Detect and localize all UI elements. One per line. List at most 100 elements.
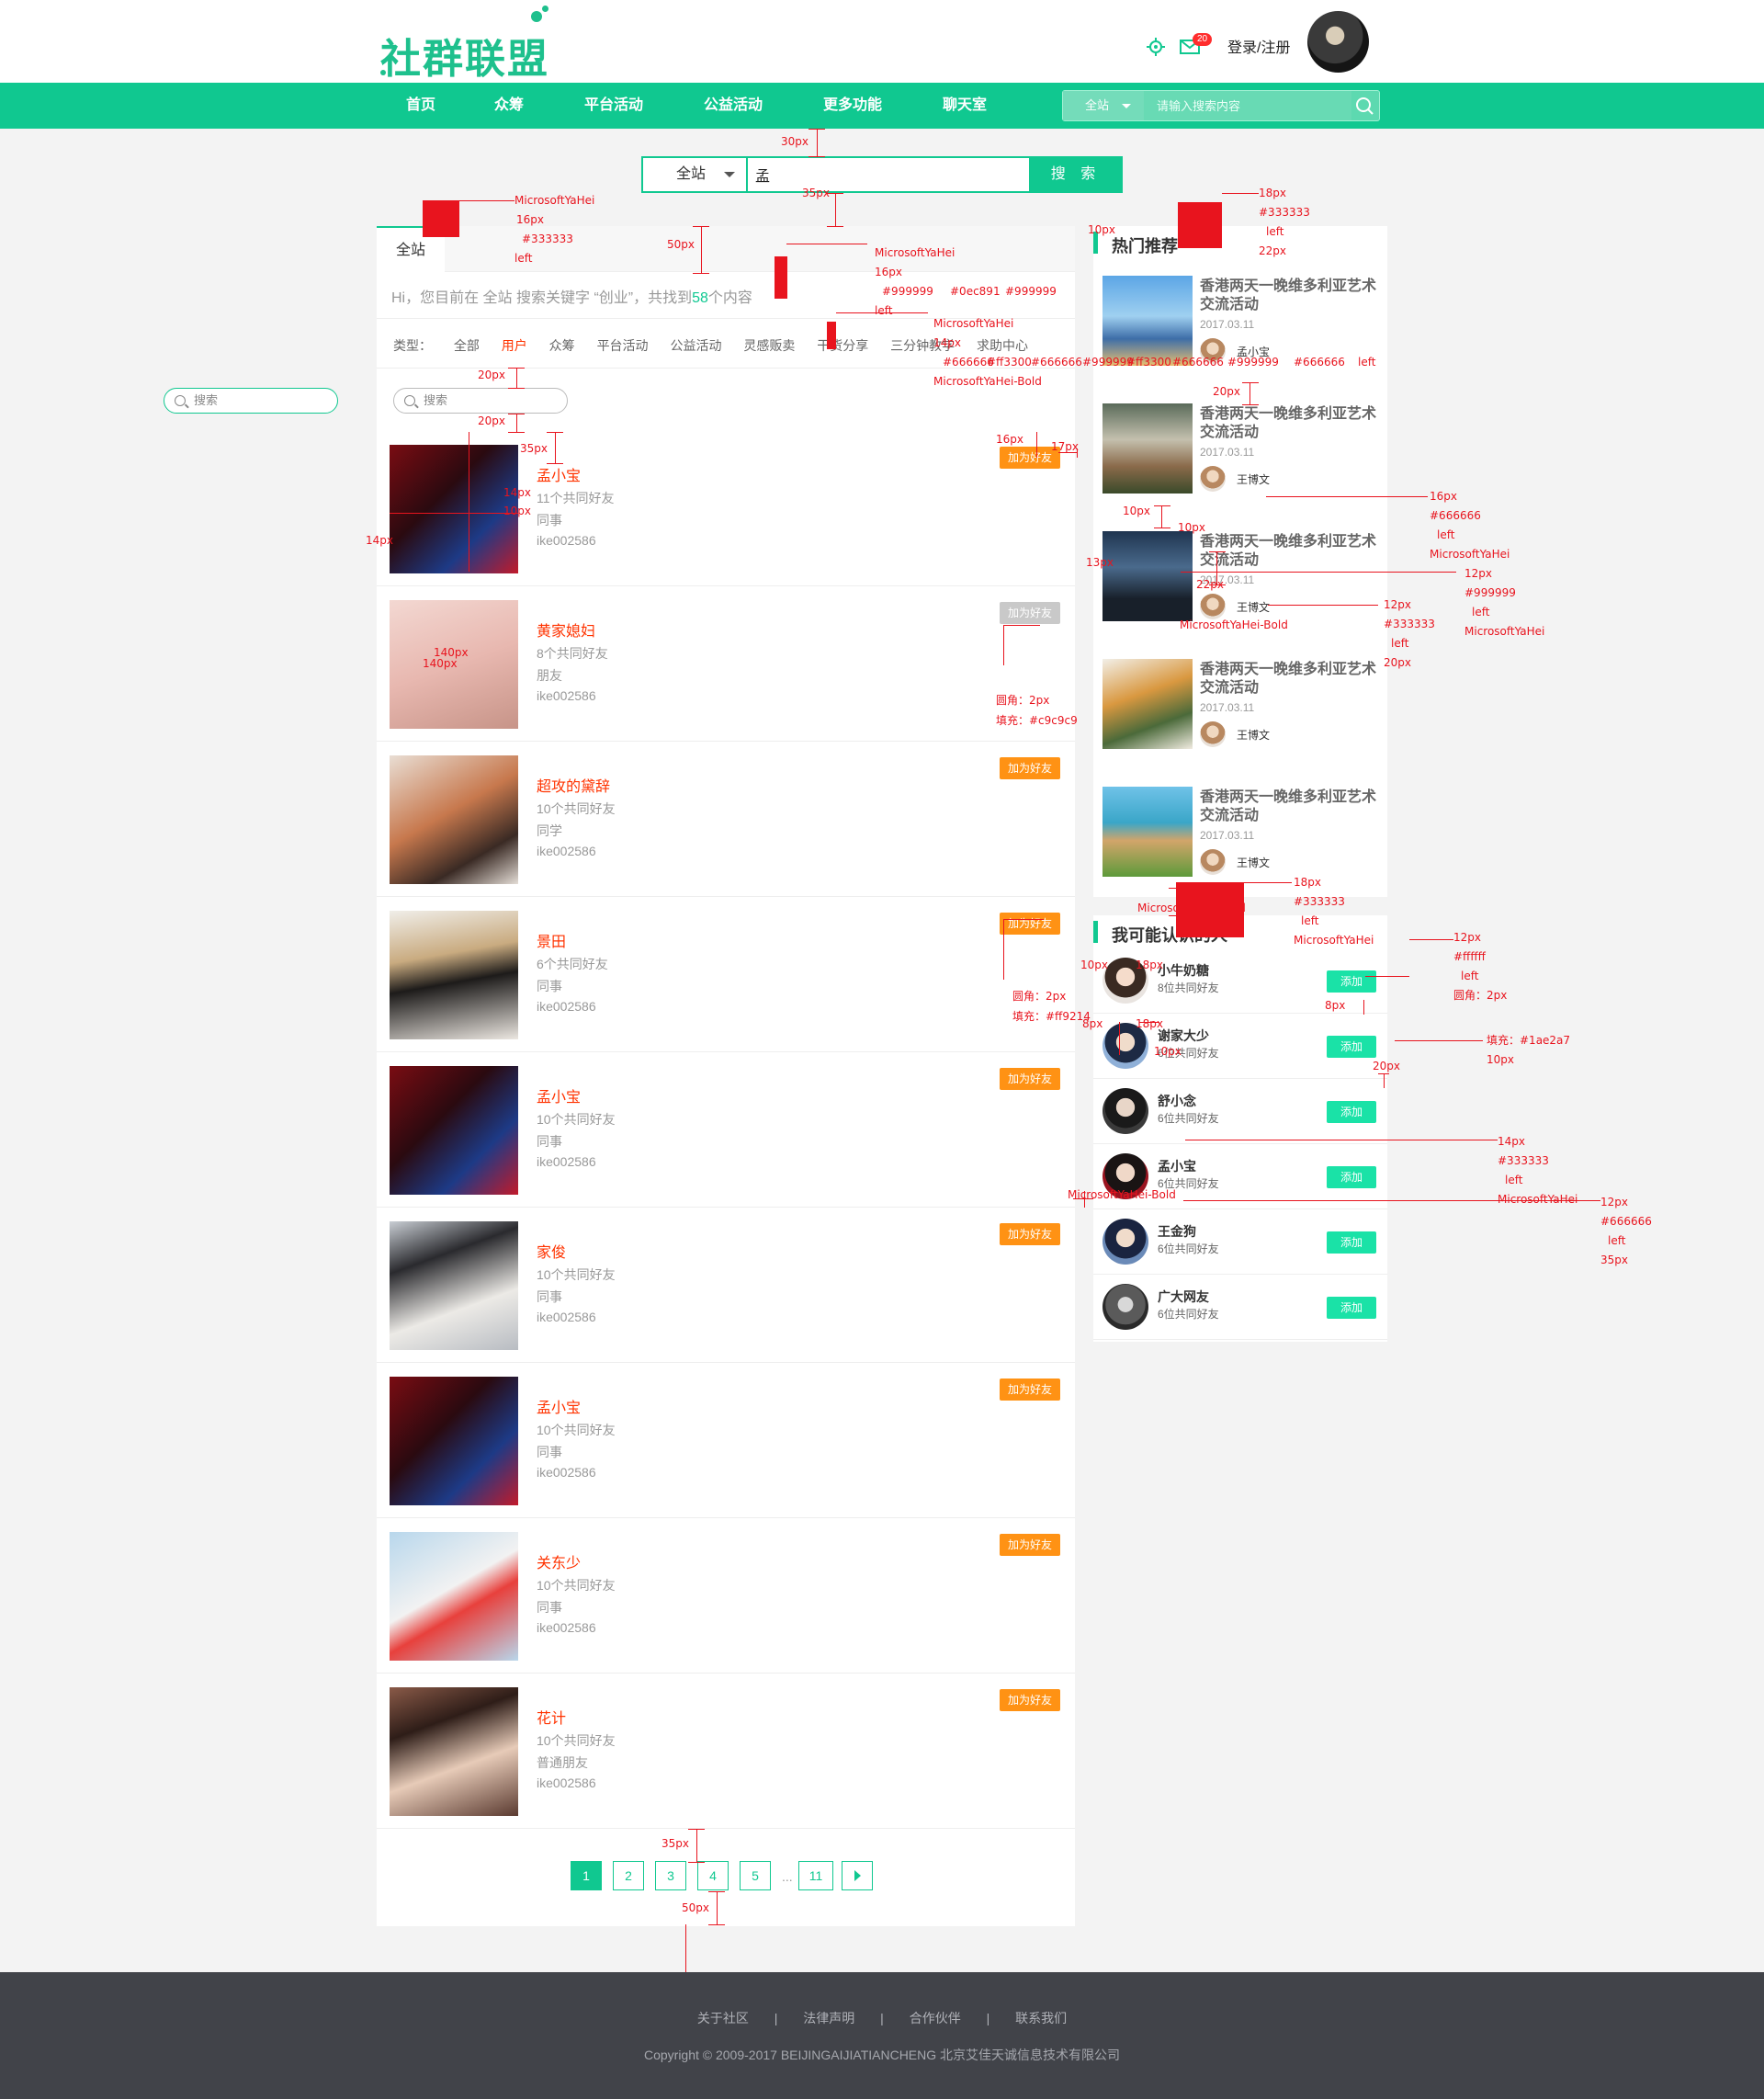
add-friend-button[interactable]: 加为好友 (1000, 1534, 1060, 1556)
user-photo[interactable] (390, 1377, 518, 1505)
person-avatar[interactable] (1102, 1088, 1148, 1134)
user-name[interactable]: 景田 (537, 929, 566, 951)
nav-search-input[interactable] (1144, 91, 1351, 120)
add-person-button[interactable]: 添加 (1327, 1166, 1376, 1188)
add-person-button[interactable]: 添加 (1327, 1101, 1376, 1123)
hot-item-title[interactable]: 香港两天一晚维多利亚艺术交流活动 (1200, 661, 1384, 698)
add-friend-button[interactable]: 加为好友 (1000, 1379, 1060, 1401)
add-friend-button[interactable]: 加为好友 (1000, 913, 1060, 935)
type-charity[interactable]: 公益活动 (670, 338, 721, 353)
hot-item-author[interactable]: 王博文 (1237, 855, 1270, 870)
nav-item-crowdfunding[interactable]: 众筹 (494, 83, 524, 129)
hot-item-image[interactable] (1102, 787, 1193, 877)
user-photo[interactable] (390, 1221, 518, 1350)
add-person-button[interactable]: 添加 (1327, 1297, 1376, 1319)
user-name[interactable]: 家俊 (537, 1240, 566, 1262)
logo[interactable]: 社群联盟 (380, 6, 564, 83)
add-friend-button[interactable]: 加为好友 (1000, 1068, 1060, 1090)
nav-item-platform-events[interactable]: 平台活动 (584, 83, 643, 129)
user-photo[interactable] (390, 445, 518, 573)
next-page-button[interactable] (842, 1861, 873, 1890)
user-name[interactable]: 孟小宝 (537, 1395, 581, 1417)
add-person-button[interactable]: 添加 (1327, 1231, 1376, 1254)
user-id: ike002586 (537, 688, 596, 703)
add-person-button[interactable]: 添加 (1327, 970, 1376, 993)
type-help[interactable]: 求助中心 (977, 338, 1028, 353)
user-name[interactable]: 孟小宝 (537, 463, 581, 485)
add-friend-button[interactable]: 加为好友 (1000, 757, 1060, 779)
author-avatar[interactable] (1200, 466, 1226, 492)
search-icon[interactable] (1355, 96, 1374, 115)
page-1[interactable]: 1 (571, 1861, 602, 1890)
hot-item-image[interactable] (1102, 531, 1193, 621)
type-all[interactable]: 全部 (454, 338, 480, 353)
add-friend-button[interactable]: 加为好友 (1000, 1689, 1060, 1711)
hot-item-title[interactable]: 香港两天一晚维多利亚艺术交流活动 (1200, 405, 1384, 442)
spec-annotation: 圆角：2px (1012, 990, 1067, 1003)
main-search-scope[interactable]: 全站 (643, 158, 748, 191)
side-search-input[interactable]: 搜索 (164, 388, 338, 414)
mutual-friends: 10个共同好友 (537, 1423, 616, 1437)
type-user[interactable]: 用户 (502, 338, 527, 353)
user-photo[interactable] (390, 911, 518, 1039)
add-friend-button[interactable]: 加为好友 (1000, 602, 1060, 624)
spec-annotation-line (693, 273, 709, 274)
spec-annotation: 16px (996, 433, 1023, 446)
footer-link-contact[interactable]: 联系我们 (1015, 2011, 1067, 2025)
hot-item-author[interactable]: 王博文 (1237, 599, 1270, 615)
add-person-button[interactable]: 添加 (1327, 1036, 1376, 1058)
nav-item-more[interactable]: 更多功能 (823, 83, 882, 129)
person-name[interactable]: 小牛奶糖 (1158, 961, 1209, 980)
person-name[interactable]: 舒小念 (1158, 1092, 1196, 1110)
user-name[interactable]: 黄家媳妇 (537, 618, 595, 641)
hot-item-author[interactable]: 王博文 (1237, 727, 1270, 743)
person-name[interactable]: 广大网友 (1158, 1288, 1209, 1306)
page-3[interactable]: 3 (655, 1861, 686, 1890)
main-search-input[interactable]: 孟 (755, 164, 770, 186)
user-photo[interactable] (390, 1687, 518, 1816)
user-photo[interactable] (390, 1532, 518, 1661)
user-name[interactable]: 花计 (537, 1706, 566, 1728)
user-name[interactable]: 超攻的黛辞 (537, 774, 610, 796)
page-2[interactable]: 2 (613, 1861, 644, 1890)
hot-item-title[interactable]: 香港两天一晚维多利亚艺术交流活动 (1200, 533, 1384, 570)
nav-item-charity[interactable]: 公益活动 (704, 83, 763, 129)
user-name[interactable]: 关东少 (537, 1550, 581, 1572)
footer-link-legal[interactable]: 法律声明 (803, 2011, 854, 2025)
type-dry-goods[interactable]: 干货分享 (817, 338, 868, 353)
nav-item-home[interactable]: 首页 (406, 83, 435, 129)
type-inspiration[interactable]: 灵感贩卖 (743, 338, 795, 353)
main-search-button[interactable]: 搜 索 (1029, 156, 1123, 193)
hot-item-image[interactable] (1102, 403, 1193, 494)
hot-item[interactable]: 香港两天一晚维多利亚艺术交流活动 2017.03.11 孟小宝 (1093, 267, 1387, 393)
type-platform-events[interactable]: 平台活动 (597, 338, 649, 353)
footer-link-about[interactable]: 关于社区 (697, 2011, 749, 2025)
person-avatar[interactable] (1102, 1219, 1148, 1265)
author-avatar[interactable] (1200, 721, 1226, 747)
page-11[interactable]: 11 (798, 1861, 833, 1890)
hot-item-title[interactable]: 香港两天一晚维多利亚艺术交流活动 (1200, 278, 1384, 314)
footer-link-partners[interactable]: 合作伙伴 (910, 2011, 961, 2025)
user-photo[interactable] (390, 755, 518, 884)
hot-item-title[interactable]: 香港两天一晚维多利亚艺术交流活动 (1200, 789, 1384, 825)
side-search-placeholder: 搜索 (194, 393, 219, 407)
person-name[interactable]: 王金狗 (1158, 1222, 1196, 1241)
type-crowdfunding[interactable]: 众筹 (549, 338, 575, 353)
person-name[interactable]: 孟小宝 (1158, 1157, 1196, 1175)
user-name[interactable]: 孟小宝 (537, 1084, 581, 1106)
hot-item[interactable]: 香港两天一晚维多利亚艺术交流活动 2017.03.11 王博文 (1093, 650, 1387, 777)
nav-item-chatroom[interactable]: 聊天室 (943, 83, 987, 129)
gear-icon[interactable] (1146, 37, 1166, 57)
author-avatar[interactable] (1200, 849, 1226, 875)
hot-item-author[interactable]: 王博文 (1237, 471, 1270, 487)
user-photo[interactable] (390, 1066, 518, 1195)
nav-search-scope[interactable]: 全站 (1063, 91, 1144, 120)
page-4[interactable]: 4 (697, 1861, 729, 1890)
page-5[interactable]: 5 (740, 1861, 771, 1890)
results-search-input[interactable]: 搜索 (393, 388, 568, 414)
user-avatar[interactable] (1307, 11, 1369, 73)
login-register-link[interactable]: 登录/注册 (1227, 35, 1290, 57)
add-friend-button[interactable]: 加为好友 (1000, 1223, 1060, 1245)
hot-item-image[interactable] (1102, 659, 1193, 749)
person-avatar[interactable] (1102, 1284, 1148, 1330)
